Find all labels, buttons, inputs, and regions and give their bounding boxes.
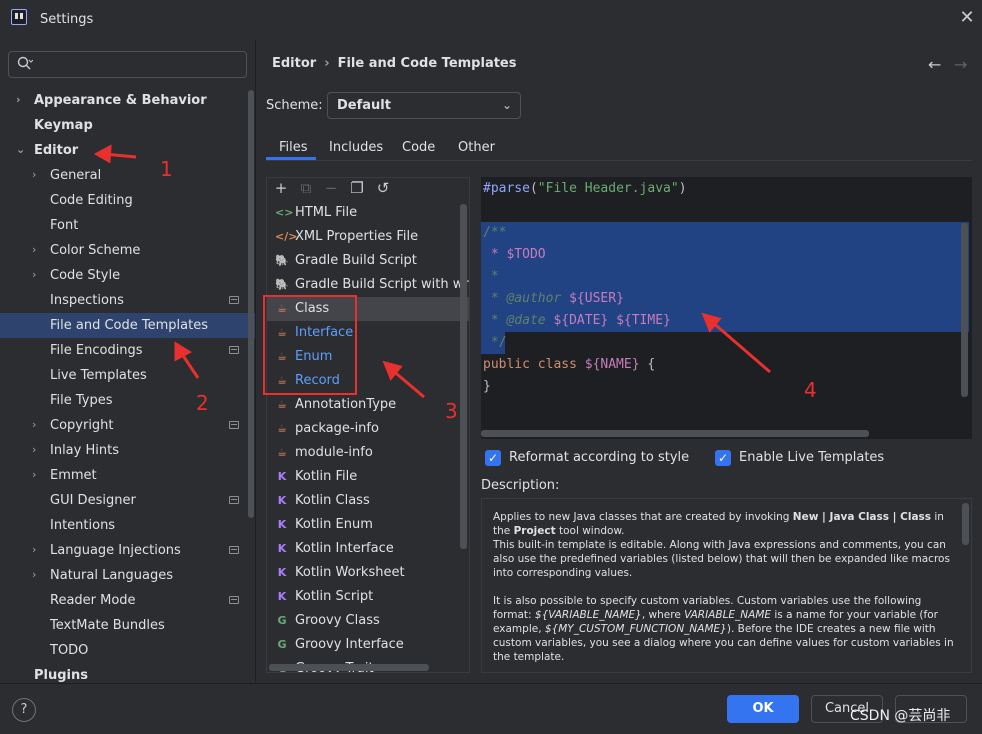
annotation-label-1: 1: [160, 157, 173, 181]
annotation-label-4: 4: [804, 378, 817, 402]
annotation-arrows: [93, 144, 771, 399]
annotation-box: [263, 295, 357, 395]
annotation-label-3: 3: [445, 399, 458, 423]
annotation-label-2: 2: [196, 391, 209, 415]
